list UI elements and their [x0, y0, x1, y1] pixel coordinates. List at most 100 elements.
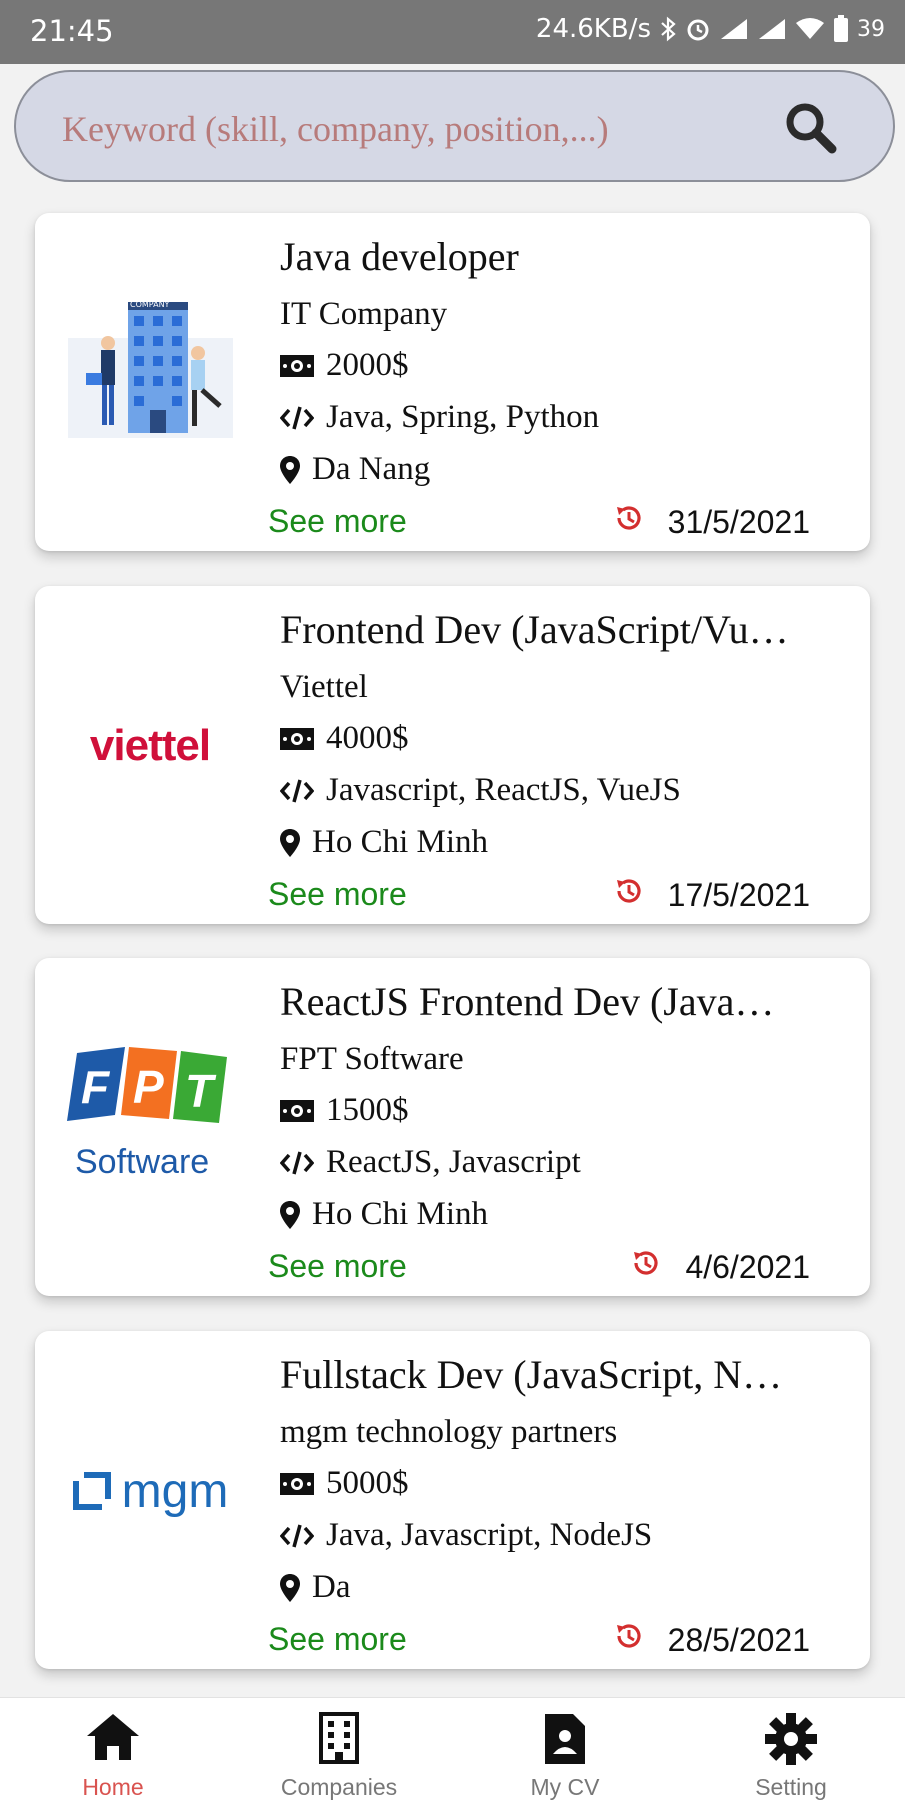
wifi-icon [795, 17, 825, 41]
search-input[interactable]: Keyword (skill, company, position,...) [62, 108, 609, 150]
alarm-icon [685, 16, 711, 42]
home-icon [87, 1714, 139, 1760]
skills-row: Javascript, ReactJS, VueJS [280, 772, 681, 809]
date-value: 28/5/2021 [667, 1621, 810, 1658]
network-speed: 24.6KB/s [535, 14, 651, 44]
status-time: 21:45 [30, 14, 114, 48]
code-icon [280, 778, 314, 804]
code-icon [280, 1523, 314, 1549]
mgm-logo-text: mgm [121, 1464, 229, 1518]
skills-row: Java, Spring, Python [280, 399, 599, 436]
money-icon [280, 727, 314, 750]
svg-text:T: T [185, 1065, 217, 1117]
job-card[interactable]: mgm Fullstack Dev (JavaScript, N… mgm te… [35, 1331, 870, 1669]
location-row: Ho Chi Minh [280, 824, 488, 861]
salary-value: 1500$ [326, 1092, 409, 1128]
skills-value: Java, Spring, Python [326, 399, 600, 435]
fpt-software-text: Software [75, 1143, 210, 1181]
salary-value: 5000$ [326, 1465, 409, 1501]
money-icon [280, 354, 314, 377]
date-value: 4/6/2021 [685, 1248, 810, 1285]
company-name: Viettel [280, 669, 368, 705]
see-more-link[interactable]: See more [268, 1621, 407, 1658]
svg-text:P: P [133, 1061, 164, 1113]
nav-home[interactable]: Home [0, 1698, 226, 1810]
posted-date: 28/5/2021 [614, 1621, 810, 1659]
signal-icon [719, 17, 749, 41]
location-row: Ho Chi Minh [280, 1196, 488, 1233]
history-icon [631, 1248, 661, 1286]
company-logo: F P T Software [65, 1043, 235, 1193]
svg-text:COMPANY: COMPANY [130, 300, 170, 309]
status-bar: 21:45 24.6KB/s 39 [0, 0, 905, 64]
posted-date: 31/5/2021 [614, 503, 810, 541]
skills-value: Javascript, ReactJS, VueJS [326, 772, 681, 808]
salary-value: 4000$ [326, 720, 409, 756]
money-icon [280, 1099, 314, 1122]
location-pin-icon [280, 1573, 300, 1602]
skills-row: Java, Javascript, NodeJS [280, 1517, 652, 1554]
company-logo: mgm [65, 1416, 235, 1566]
location-pin-icon [280, 455, 300, 484]
salary-row: 4000$ [280, 720, 409, 757]
posted-date: 17/5/2021 [614, 876, 810, 914]
salary-row: 5000$ [280, 1465, 409, 1502]
location-value: Ho Chi Minh [312, 824, 489, 860]
company-logo: COMPANY [65, 298, 235, 448]
date-value: 17/5/2021 [667, 876, 810, 913]
see-more-link[interactable]: See more [268, 1248, 407, 1285]
cv-file-icon [545, 1714, 585, 1764]
code-icon [280, 405, 314, 431]
nav-setting-label: Setting [755, 1774, 827, 1800]
location-value: Da [312, 1569, 351, 1605]
signal-icon [757, 17, 787, 41]
job-title[interactable]: Frontend Dev (JavaScript/Vu… [280, 606, 845, 653]
date-value: 31/5/2021 [667, 503, 810, 540]
mgm-logo-mark [72, 1472, 111, 1510]
nav-companies-label: Companies [280, 1774, 398, 1800]
see-more-link[interactable]: See more [268, 503, 407, 540]
salary-row: 2000$ [280, 347, 409, 384]
history-icon [614, 503, 644, 541]
location-pin-icon [280, 1200, 300, 1229]
salary-value: 2000$ [326, 347, 409, 383]
money-icon [280, 1472, 314, 1495]
skills-row: ReactJS, Javascript [280, 1144, 581, 1181]
search-bar[interactable]: Keyword (skill, company, position,...) [14, 70, 895, 182]
job-card[interactable]: F P T Software ReactJS Frontend Dev (Jav… [35, 958, 870, 1296]
status-icons: 24.6KB/s 39 [536, 14, 885, 44]
viettel-logo: viettel [89, 721, 211, 770]
posted-date: 4/6/2021 [631, 1248, 810, 1286]
location-row: Da [280, 1569, 350, 1606]
code-icon [280, 1150, 314, 1176]
location-value: Da Nang [312, 451, 431, 487]
see-more-link[interactable]: See more [268, 876, 407, 913]
history-icon [614, 876, 644, 914]
nav-my-cv[interactable]: My CV [452, 1698, 678, 1810]
nav-setting[interactable]: Setting [678, 1698, 904, 1810]
salary-row: 1500$ [280, 1092, 409, 1129]
nav-my-cv-label: My CV [530, 1774, 600, 1800]
job-title[interactable]: Fullstack Dev (JavaScript, N… [280, 1351, 845, 1398]
job-title[interactable]: Java developer [280, 233, 845, 280]
job-card[interactable]: viettel Frontend Dev (JavaScript/Vu… Vie… [35, 586, 870, 924]
skills-value: ReactJS, Javascript [326, 1144, 581, 1180]
job-title[interactable]: ReactJS Frontend Dev (Java… [280, 978, 845, 1025]
skills-value: Java, Javascript, NodeJS [326, 1517, 653, 1553]
location-row: Da Nang [280, 451, 430, 488]
bluetooth-icon [659, 16, 677, 42]
history-icon [614, 1621, 644, 1659]
search-icon[interactable] [783, 100, 839, 161]
nav-companies[interactable]: Companies [226, 1698, 452, 1810]
job-card[interactable]: COMPANY Java developer IT Company 2000$ … [35, 213, 870, 551]
location-value: Ho Chi Minh [312, 1196, 489, 1232]
gear-icon [765, 1713, 817, 1765]
building-icon [319, 1712, 359, 1764]
battery-level: 39 [857, 16, 885, 42]
nav-home-label: Home [82, 1774, 144, 1800]
fpt-logo-mark: F P T [67, 1047, 227, 1123]
battery-icon [833, 15, 849, 43]
bottom-navigation: Home Companies My CV Setting [0, 1697, 905, 1810]
company-name: IT Company [280, 296, 448, 332]
svg-text:F: F [81, 1061, 111, 1113]
